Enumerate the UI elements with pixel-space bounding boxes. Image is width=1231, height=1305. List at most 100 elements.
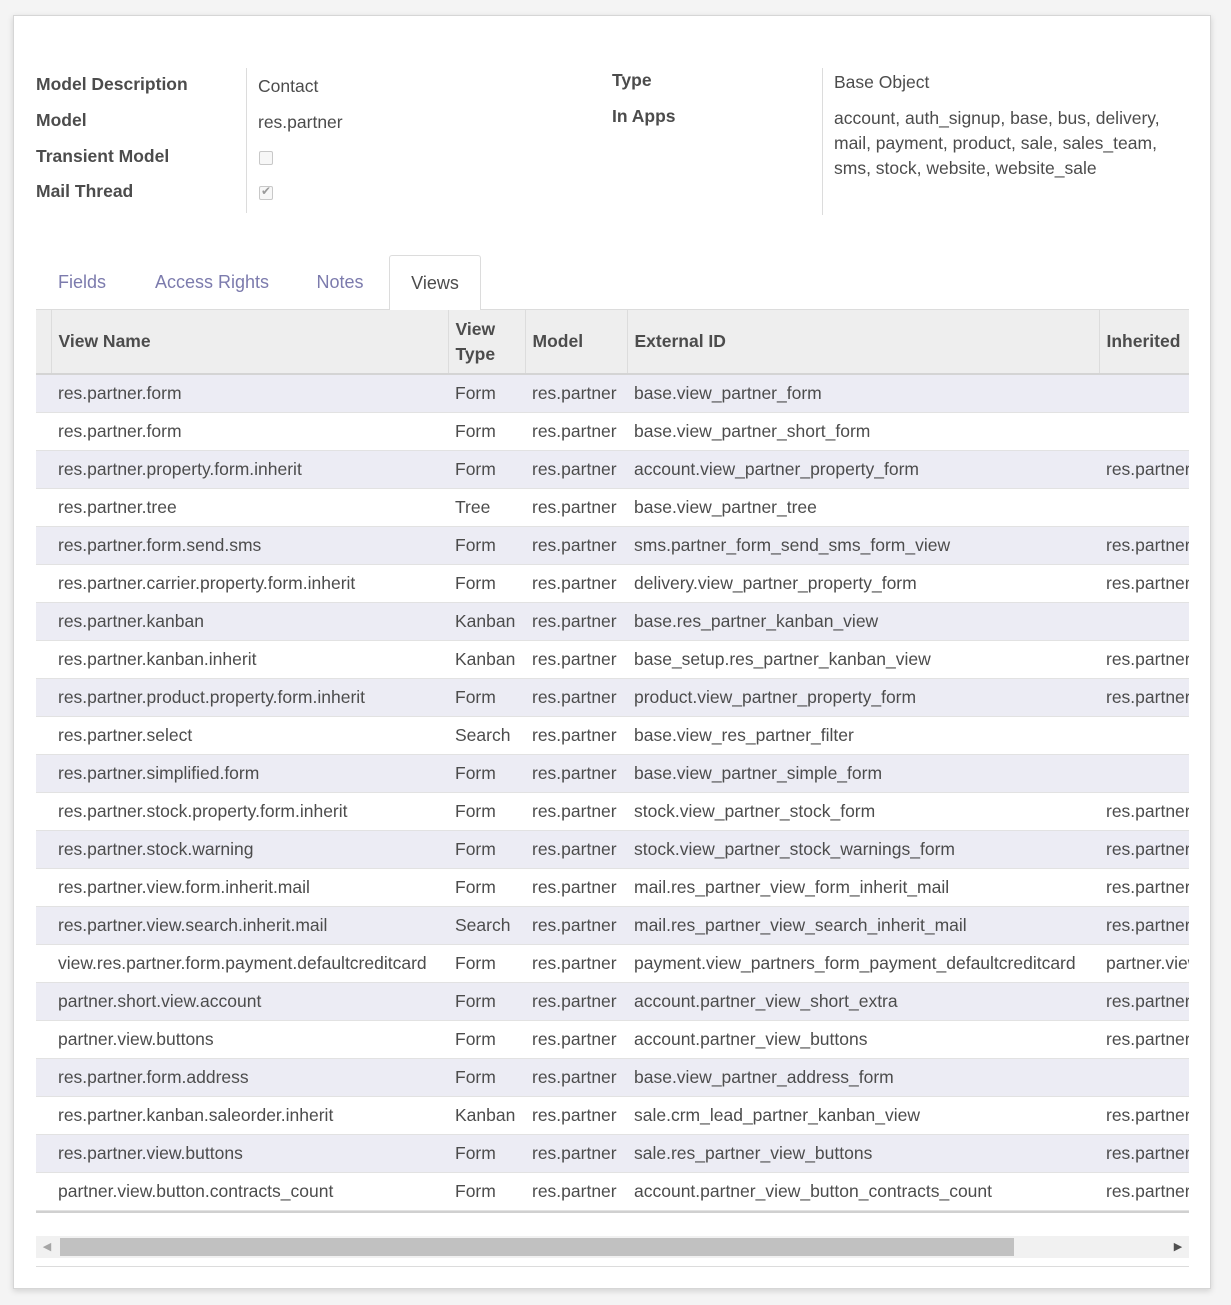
transient-model-checkbox[interactable] [259,151,273,165]
view-type-cell: Form [448,982,525,1021]
table-row[interactable]: res.partner.view.buttons Form res.partner s… [36,1134,1189,1173]
row-select-cell [36,602,51,641]
external-id-cell: stock.view_partner_stock_warnings_form [627,830,1099,869]
column-header-model[interactable]: Model [525,310,628,375]
row-select-cell [36,868,51,907]
scroll-left-arrow-icon[interactable]: ◀ [41,1240,53,1254]
table-row[interactable]: res.partner.form.send.sms Form res.partner… [36,526,1189,565]
table-row[interactable]: res.partner.carrier.property.form.inheri… [36,564,1189,603]
row-select-cell [36,792,51,831]
row-select-cell [36,944,51,983]
inherited-cell: res.partner [1099,1020,1189,1059]
model-cell: res.partner [525,982,627,1021]
tab-notes[interactable]: Notes [296,255,384,310]
view-type-cell: Form [448,792,525,831]
inherited-cell: res.partner [1099,868,1189,907]
mail-thread-checkbox[interactable] [259,184,273,200]
column-header-external-id[interactable]: External ID [627,310,1100,375]
view-type-cell: Kanban [448,602,525,641]
model-cell: res.partner [525,488,627,527]
model-cell: res.partner [525,716,627,755]
external-id-cell: sale.res_partner_view_buttons [627,1134,1099,1173]
view-type-cell: Form [448,564,525,603]
row-select-cell [36,564,51,603]
table-row[interactable]: res.partner.stock.warning Form res.partner… [36,830,1189,869]
table-row[interactable]: res.partner.form Form res.partner base.view… [36,374,1189,413]
column-header-view-type[interactable]: View Type [448,310,526,375]
scrollbar-thumb[interactable] [60,1238,1014,1256]
view-type-cell: Search [448,716,525,755]
view-type-cell: Form [448,678,525,717]
row-select-cell [36,1058,51,1097]
scroll-right-arrow-icon[interactable]: ▶ [1172,1240,1184,1254]
model-cell: res.partner [525,906,627,945]
view-name-cell: res.partner.tree [51,488,448,527]
view-name-cell: res.partner.form.address [51,1058,448,1097]
inherited-cell: res.partner [1099,526,1189,565]
external-id-cell: account.partner_view_short_extra [627,982,1099,1021]
inherited-cell: res.partner [1099,1134,1189,1173]
model-cell: res.partner [525,868,627,907]
view-name-cell: res.partner.product.property.form.inheri… [51,678,448,717]
inherited-cell: res.partner [1099,830,1189,869]
table-row[interactable]: res.partner.product.property.form.inheri… [36,678,1189,717]
model-info-left-group: Model Description Contact Model res.part… [36,68,596,216]
table-row[interactable]: res.partner.property.form.inherit Form res… [36,450,1189,489]
left-group-separator [246,68,247,213]
column-header-inherited[interactable]: Inherited [1099,310,1189,375]
table-row[interactable]: partner.view.buttons Form res.partner accou… [36,1020,1189,1059]
model-description-label: Model Description [36,74,188,94]
bottom-divider [36,1266,1189,1267]
view-name-cell: res.partner.simplified.form [51,754,448,793]
external-id-cell: mail.res_partner_view_search_inherit_mai… [627,906,1099,945]
column-header-view-name[interactable]: View Name [51,310,449,375]
table-row[interactable]: partner.short.view.account Form res.partne… [36,982,1189,1021]
horizontal-scrollbar[interactable]: ◀ ▶ [36,1236,1189,1258]
views-table-container: View Name View Type Model External ID In… [36,310,1189,1213]
table-row[interactable]: view.res.partner.form.payment.defaultcre… [36,944,1189,983]
model-cell: res.partner [525,640,627,679]
table-row[interactable]: res.partner.view.search.inherit.mail Sear… [36,906,1189,945]
table-row[interactable]: res.partner.simplified.form Form res.partn… [36,754,1189,793]
table-row[interactable]: res.partner.view.form.inherit.mail Form re… [36,868,1189,907]
inherited-cell [1099,1058,1189,1097]
tab-access-rights[interactable]: Access Rights [134,255,290,310]
table-row[interactable]: res.partner.kanban.inherit Kanban res.part… [36,640,1189,679]
row-select-cell [36,526,51,565]
type-label: Type [612,70,652,90]
inherited-cell [1099,374,1189,413]
tab-fields[interactable]: Fields [36,255,128,310]
external-id-cell: base_setup.res_partner_kanban_view [627,640,1099,679]
inherited-cell [1099,716,1189,755]
model-cell: res.partner [525,412,627,451]
table-row[interactable]: res.partner.form.address Form res.partner b… [36,1058,1189,1097]
notebook-tabs: Fields Access Rights Notes Views [36,255,1189,311]
view-type-cell: Tree [448,488,525,527]
tab-views[interactable]: Views [389,255,481,311]
model-cell: res.partner [525,374,627,413]
row-select-cell [36,412,51,451]
table-row[interactable]: res.partner.select Search res.partner base.… [36,716,1189,755]
table-row[interactable]: res.partner.form Form res.partner base.view… [36,412,1189,451]
table-row[interactable]: partner.view.button.contracts_count Form r… [36,1172,1189,1211]
table-row[interactable]: res.partner.kanban.saleorder.inherit Kanb… [36,1096,1189,1135]
table-row[interactable]: res.partner.stock.property.form.inherit F… [36,792,1189,831]
model-cell: res.partner [525,450,627,489]
model-label: Model [36,110,87,130]
external-id-cell: product.view_partner_property_form [627,678,1099,717]
table-row[interactable]: res.partner.tree Tree res.partner base.view… [36,488,1189,527]
model-cell: res.partner [525,678,627,717]
view-type-cell: Form [448,1134,525,1173]
header-select-cell [36,310,52,375]
inherited-cell: res.partner [1099,450,1189,489]
view-name-cell: res.partner.view.buttons [51,1134,448,1173]
external-id-cell: payment.view_partners_form_payment_defau… [627,944,1099,983]
view-type-cell: Form [448,450,525,489]
view-name-cell: res.partner.stock.property.form.inherit [51,792,448,831]
type-value: Base Object [834,72,930,92]
external-id-cell: base.view_res_partner_filter [627,716,1099,755]
table-row[interactable]: res.partner.kanban Kanban res.partner base.… [36,602,1189,641]
in-apps-label: In Apps [612,106,676,126]
view-type-cell: Search [448,906,525,945]
view-name-cell: res.partner.kanban.saleorder.inherit [51,1096,448,1135]
